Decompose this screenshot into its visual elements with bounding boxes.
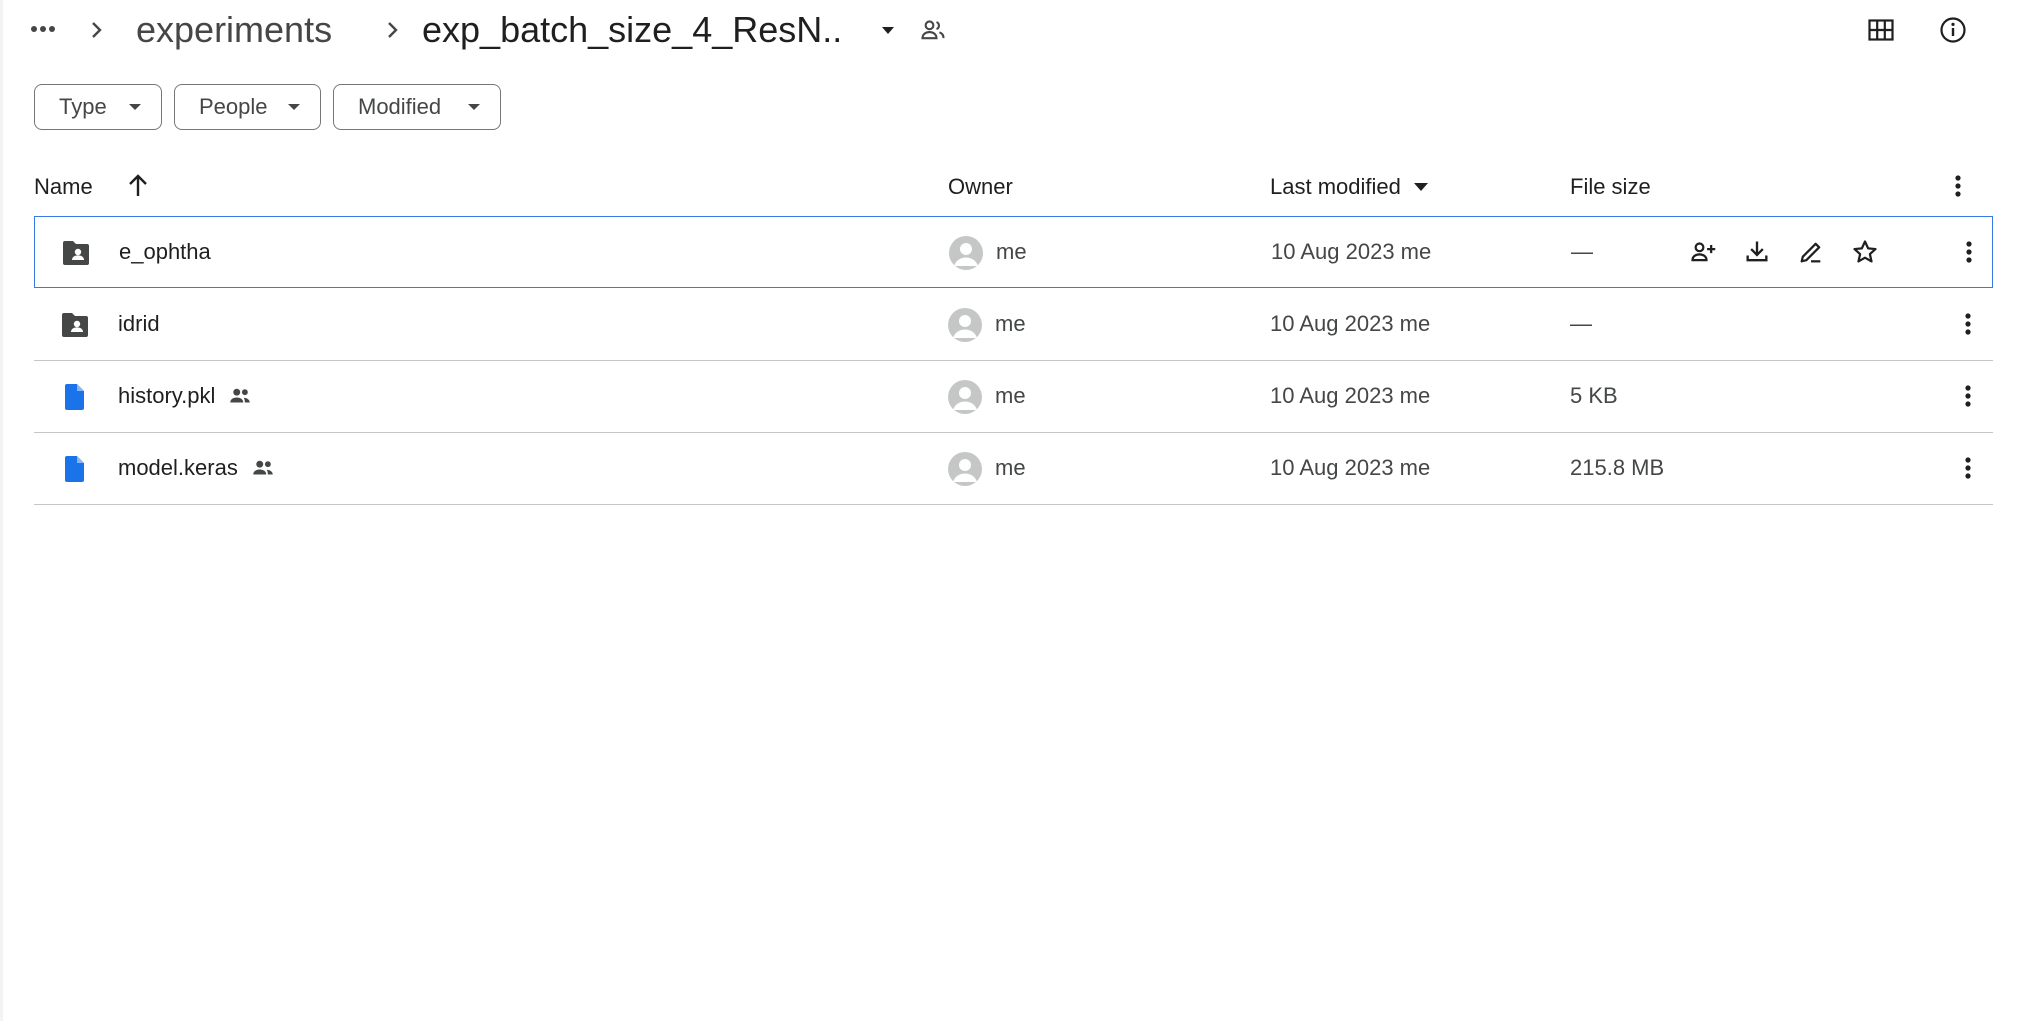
last-modified: 10 Aug 2023 me [1270,383,1431,408]
file-row[interactable]: idrid me 10 Aug 2023 me — [34,289,1993,361]
more-vert-icon [1966,241,1972,263]
owner: me [996,239,1027,264]
person-add-icon [1691,242,1716,262]
modified-filter-label: Modified [358,94,442,119]
shared-folder-icon [61,239,91,267]
caret-down-icon [882,27,894,34]
file-size: — [1571,239,1593,264]
column-header-last-modified[interactable]: Last modified [1270,172,1401,202]
shared-folder-icon [60,311,90,339]
more-vert-icon [1955,175,1961,197]
file-icon [60,455,90,483]
more-horiz-icon [31,26,55,32]
edit-icon [1800,242,1821,263]
grid-view-icon [1868,19,1894,41]
sort-descending-icon[interactable] [1413,171,1429,201]
owner: me [995,383,1026,408]
caret-down-icon [288,104,300,110]
left-edge-strip [0,0,3,1021]
breadcrumb-current-folder[interactable]: exp_batch_size_4_ResN... [422,6,840,54]
file-name: model.keras [118,455,238,480]
last-modified: 10 Aug 2023 me [1270,455,1431,480]
people-filter-chip[interactable]: People [174,84,321,130]
more-actions-button[interactable] [1950,306,1986,342]
share-button[interactable] [1685,234,1721,270]
shared-icon [250,455,276,481]
caret-down-icon [468,104,480,110]
avatar [948,380,982,414]
file-name: e_ophtha [119,239,211,264]
more-vert-icon [1965,457,1971,479]
avatar [948,308,982,342]
info-icon [1940,17,1966,43]
breadcrumb-parent[interactable]: experiments [136,6,332,54]
more-actions-button[interactable] [1950,378,1986,414]
file-row[interactable]: e_ophtha me 10 Aug 2023 me — [34,216,1993,288]
file-size: 215.8 MB [1570,455,1665,480]
shared-icon [227,383,253,409]
owner: me [995,311,1026,336]
file-row[interactable]: history.pkl me 10 Aug 2023 me 5 KB [34,361,1993,433]
owner: me [995,455,1026,480]
more-breadcrumb-button[interactable] [26,12,60,46]
type-filter-label: Type [59,94,107,119]
sort-ascending-button[interactable] [124,171,152,201]
more-vert-icon [1965,385,1971,407]
modified-filter-chip[interactable]: Modified [333,84,501,130]
file-name-cell[interactable]: idrid [118,309,160,339]
type-filter-chip[interactable]: Type [34,84,162,130]
chevron-right-icon [84,18,108,42]
column-options-button[interactable] [1940,168,1976,204]
folder-menu-dropdown[interactable] [876,18,900,42]
grid-layout-button[interactable] [1864,13,1898,47]
more-vert-icon [1965,313,1971,335]
download-icon [1746,241,1768,262]
shared-folder-icon[interactable] [919,16,947,44]
last-modified: 10 Aug 2023 me [1271,239,1432,264]
column-header-file-size[interactable]: File size [1570,172,1651,202]
last-modified: 10 Aug 2023 me [1270,311,1431,336]
file-name-cell[interactable]: model.keras [118,453,276,483]
file-name-cell[interactable]: history.pkl [118,381,253,411]
more-actions-button[interactable] [1951,234,1987,270]
file-name-cell[interactable]: e_ophtha [119,237,211,267]
more-actions-button[interactable] [1950,450,1986,486]
file-icon [60,383,90,411]
star-button[interactable] [1847,234,1883,270]
arrow-up-icon [129,174,147,196]
star-icon [1853,240,1877,263]
file-name: history.pkl [118,383,216,408]
rename-button[interactable] [1793,234,1829,270]
file-size: 5 KB [1570,383,1618,408]
avatar [949,236,983,270]
caret-down-icon [129,104,141,110]
column-header-name[interactable]: Name [34,172,93,202]
download-button[interactable] [1739,234,1775,270]
breadcrumb: experiments exp_batch_size_4_ResN... [26,0,1946,60]
column-header-owner[interactable]: Owner [948,172,1013,202]
file-name: idrid [118,311,160,336]
file-row[interactable]: model.keras me 10 Aug 2023 me 215.8 MB [34,433,1993,505]
chevron-right-icon [380,18,404,42]
avatar [948,452,982,486]
view-details-button[interactable] [1936,13,1970,47]
people-filter-label: People [199,94,268,119]
file-size: — [1570,311,1592,336]
